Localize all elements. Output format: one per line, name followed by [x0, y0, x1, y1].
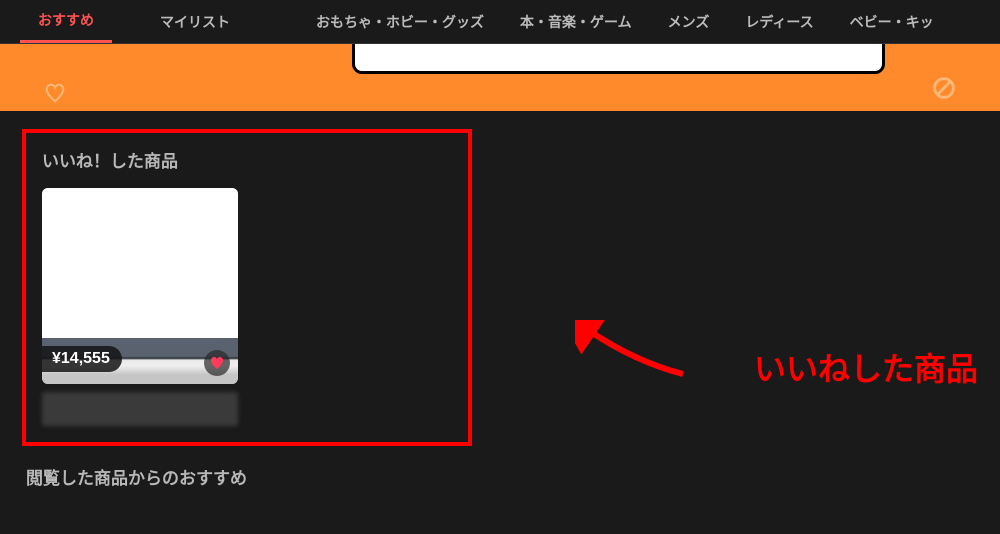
annotation-callout: いいねした商品: [754, 344, 978, 390]
tab-baby-kids[interactable]: ベビー・キッ: [832, 0, 952, 43]
product-card[interactable]: ¥14,555: [42, 188, 238, 426]
like-button[interactable]: [204, 350, 230, 376]
promo-banner-card: [352, 44, 885, 74]
heart-icon: [209, 355, 225, 371]
tab-books-music-games[interactable]: 本・音楽・ゲーム: [502, 0, 650, 43]
recommendations-section-title: 閲覧した商品からのおすすめ: [26, 464, 978, 489]
tab-toys-hobby[interactable]: おもちゃ・ホビー・グッズ: [298, 0, 502, 43]
annotation-arrow: [575, 320, 685, 389]
circle-decoration-icon: [930, 74, 958, 102]
product-image[interactable]: ¥14,555: [42, 188, 238, 384]
tab-ladies[interactable]: レディース: [727, 0, 831, 43]
tab-mens[interactable]: メンズ: [650, 0, 728, 43]
promo-banner[interactable]: [0, 44, 1000, 111]
liked-products-section: いいね！した商品 ¥14,555: [22, 129, 472, 446]
price-chip: ¥14,555: [42, 346, 122, 372]
tab-recommended[interactable]: おすすめ: [20, 0, 112, 43]
product-title-blurred: [42, 392, 238, 426]
heart-decoration-icon: [44, 82, 66, 104]
category-tabs: おすすめ マイリスト おもちゃ・ホビー・グッズ 本・音楽・ゲーム メンズ レディ…: [0, 0, 1000, 44]
liked-section-title: いいね！した商品: [42, 147, 452, 172]
tab-mylist[interactable]: マイリスト: [142, 0, 248, 43]
annotation-text: いいねした商品: [754, 344, 978, 390]
